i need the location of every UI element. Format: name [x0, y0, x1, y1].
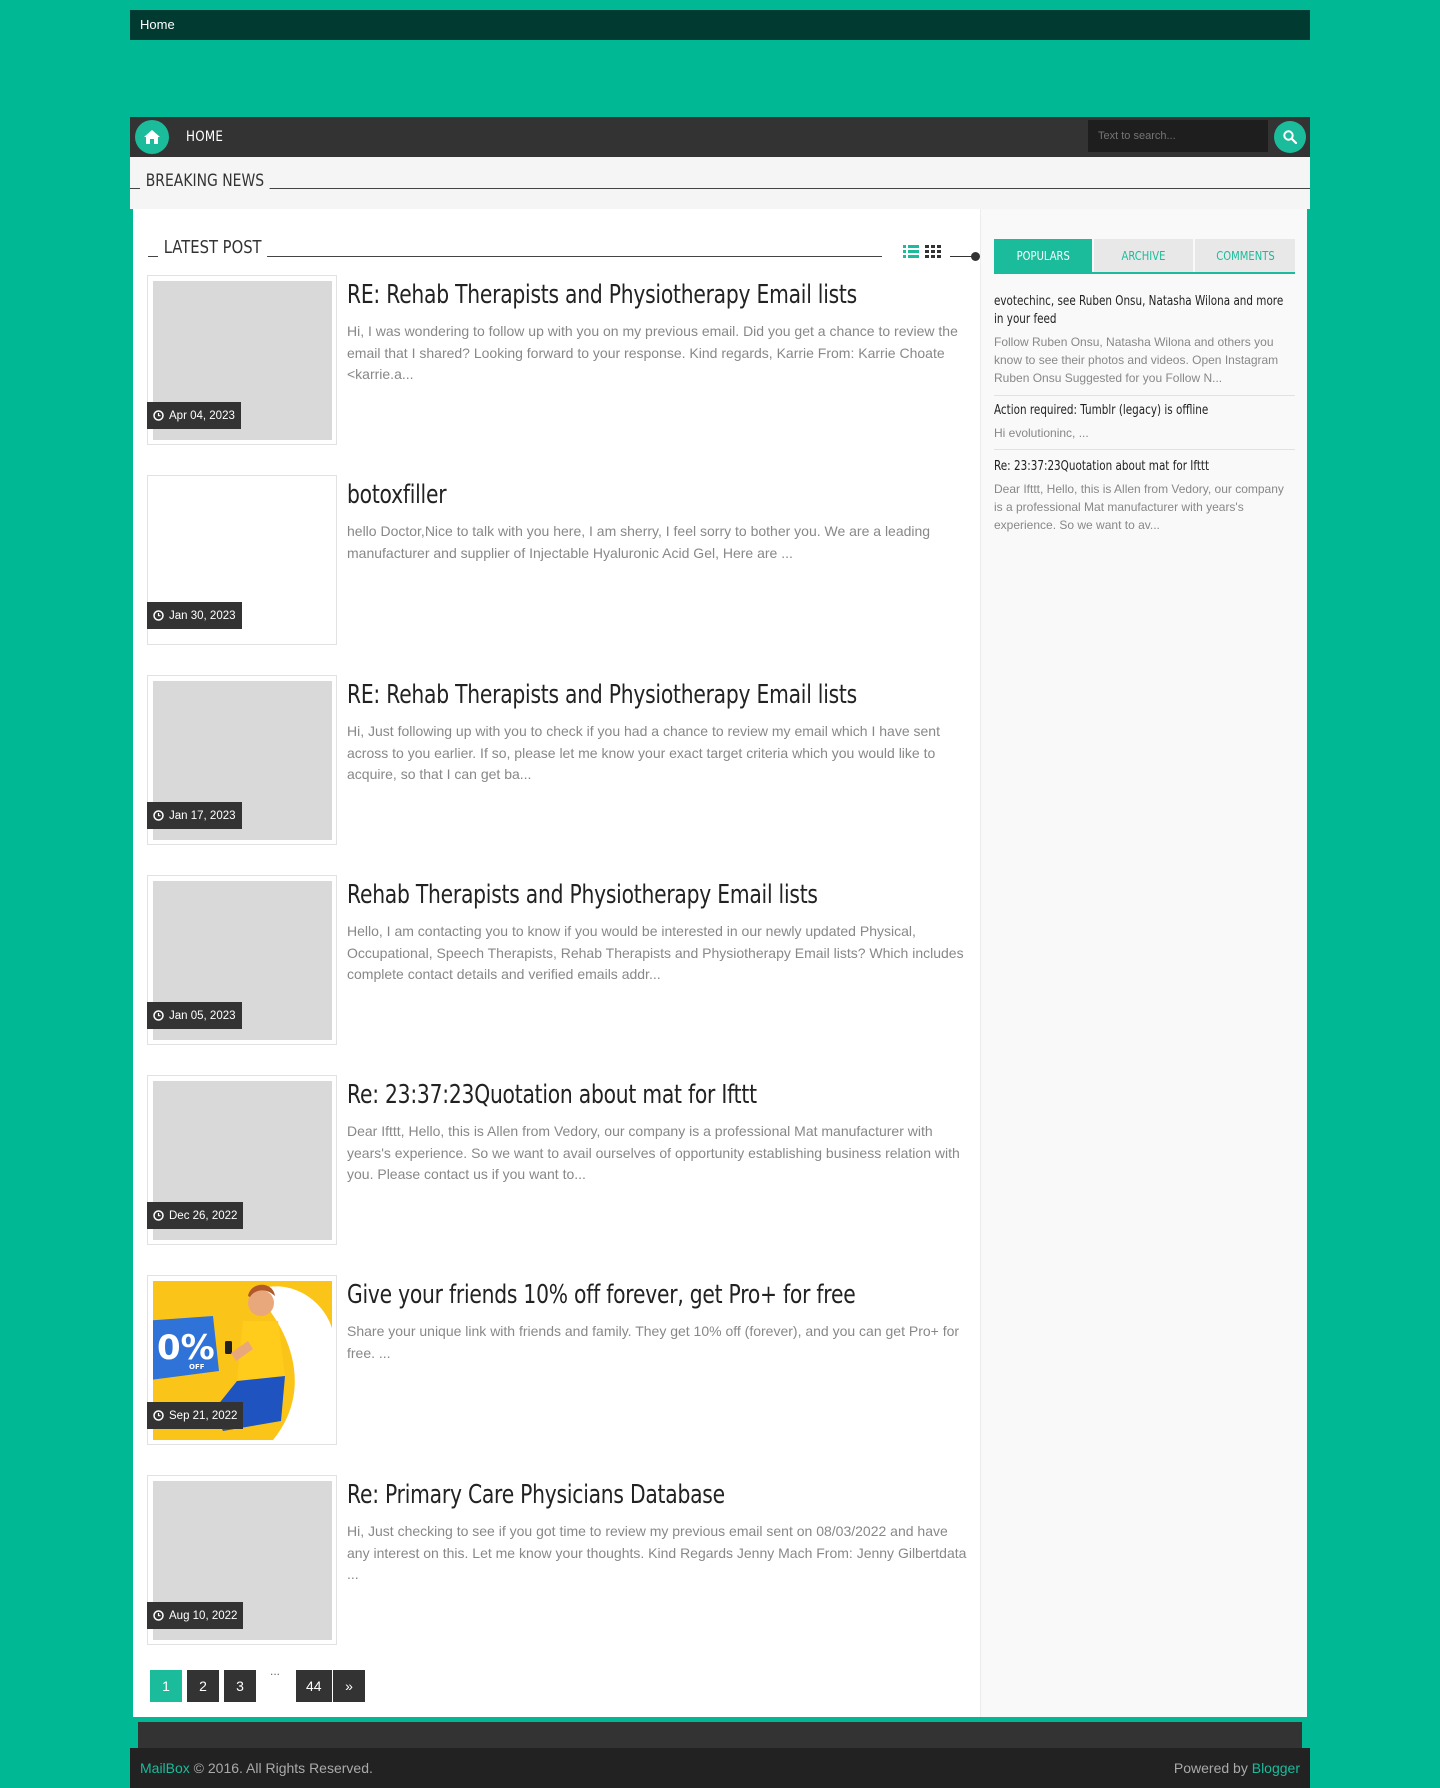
post-item: Jan 17, 2023 RE: Rehab Therapists and Ph…: [147, 675, 967, 845]
sidebar: POPULARS ARCHIVE COMMENTS evotechinc, se…: [980, 209, 1307, 1717]
footer-powered-text: Powered by: [1173, 1760, 1252, 1776]
clock-icon: [153, 1010, 164, 1021]
post-title-link[interactable]: Re: Primary Care Physicians Database: [347, 1480, 831, 1510]
page-1-button[interactable]: 1: [150, 1670, 182, 1702]
post-excerpt: Dear Ifttt, Hello, this is Allen from Ve…: [347, 1123, 960, 1182]
home-icon: [144, 130, 160, 144]
grid-view-icon[interactable]: [925, 245, 941, 258]
clock-icon: [153, 1410, 164, 1421]
search-button[interactable]: [1274, 121, 1306, 153]
footer-copyright-text: © 2016. All Rights Reserved.: [189, 1760, 373, 1776]
list-view-icon[interactable]: [903, 245, 919, 258]
top-home-link[interactable]: Home: [140, 17, 175, 32]
post-date-badge: Jan 05, 2023: [147, 1002, 242, 1029]
post-date-badge: Sep 21, 2022: [147, 1402, 244, 1429]
footer-widget-area: [138, 1722, 1302, 1748]
footer-blogger-link[interactable]: Blogger: [1252, 1760, 1300, 1776]
post-date: Jan 05, 2023: [169, 1009, 236, 1022]
popular-post: evotechinc, see Ruben Onsu, Natasha Wilo…: [994, 293, 1295, 387]
clock-icon: [153, 410, 164, 421]
latest-post-header: LATEST POST: [148, 237, 980, 261]
page-2-button[interactable]: 2: [187, 1670, 219, 1702]
top-bar: Home: [130, 10, 1310, 40]
footer: MailBox © 2016. All Rights Reserved. Pow…: [130, 1748, 1310, 1788]
post-title-link[interactable]: Re: 23:37:23Quotation about mat for Iftt…: [347, 1080, 831, 1110]
promo-badge-subtext: OFF: [189, 1363, 205, 1371]
tab-populars[interactable]: POPULARS: [994, 239, 1092, 272]
nav-home-link[interactable]: HOME: [186, 129, 223, 145]
tab-comments[interactable]: COMMENTS: [1195, 239, 1295, 272]
footer-powered-by: Powered by Blogger: [1174, 1760, 1300, 1776]
popular-post: Re: 23:37:23Quotation about mat for Iftt…: [994, 458, 1295, 534]
popular-post-title[interactable]: Action required: Tumblr (legacy) is offl…: [994, 402, 1295, 420]
post-item: Jan 30, 2023 botoxfiller hello Doctor,Ni…: [147, 475, 967, 645]
next-page-button[interactable]: »: [333, 1670, 365, 1702]
post-date: Apr 04, 2023: [169, 409, 235, 422]
post-date-badge: Aug 10, 2022: [147, 1602, 244, 1629]
post-date: Sep 21, 2022: [169, 1409, 238, 1422]
sidebar-tabs: POPULARS ARCHIVE COMMENTS: [994, 239, 1295, 274]
header-banner: [130, 40, 1310, 117]
post-date: Dec 26, 2022: [169, 1209, 238, 1222]
post-title-link[interactable]: RE: Rehab Therapists and Physiotherapy E…: [347, 680, 857, 710]
post-date-badge: Apr 04, 2023: [147, 402, 241, 429]
post-date-badge: Jan 17, 2023: [147, 802, 242, 829]
post-date: Jan 30, 2023: [169, 609, 236, 622]
post-excerpt: Hi, Just following up with you to check …: [347, 723, 940, 782]
post-item: 0% OFF Sep 21, 2022 Give your friends 10…: [147, 1275, 967, 1445]
post-item: Apr 04, 2023 RE: Rehab Therapists and Ph…: [147, 275, 967, 445]
popular-post-title[interactable]: Re: 23:37:23Quotation about mat for Iftt…: [994, 458, 1295, 476]
post-date-badge: Jan 30, 2023: [147, 602, 242, 629]
popular-post-snippet: Hi evolutioninc, ...: [994, 426, 1089, 440]
promo-badge-text: 0%: [157, 1328, 215, 1368]
footer-copyright: MailBox © 2016. All Rights Reserved.: [140, 1760, 373, 1776]
breaking-news-divider: [130, 188, 1310, 189]
popular-divider: [994, 449, 1295, 450]
main-nav: HOME: [130, 117, 1310, 157]
post-title-link[interactable]: Give your friends 10% off forever, get P…: [347, 1280, 856, 1310]
popular-post-snippet: Follow Ruben Onsu, Natasha Wilona and ot…: [994, 335, 1279, 385]
tab-archive[interactable]: ARCHIVE: [1094, 239, 1193, 272]
post-excerpt: hello Doctor,Nice to talk with you here,…: [347, 523, 931, 561]
latest-posts-panel: LATEST POST Apr 04, 2023 RE: Rehab Thera…: [133, 209, 980, 1717]
post-excerpt: Share your unique link with friends and …: [347, 1323, 960, 1361]
post-excerpt: Hi, Just checking to see if you got time…: [347, 1523, 967, 1582]
post-title-link[interactable]: RE: Rehab Therapists and Physiotherapy E…: [347, 280, 857, 310]
post-date-badge: Dec 26, 2022: [147, 1202, 244, 1229]
slider-handle[interactable]: [971, 252, 980, 261]
post-item: Jan 05, 2023 Rehab Therapists and Physio…: [147, 875, 967, 1045]
clock-icon: [153, 810, 164, 821]
page-44-button[interactable]: 44: [296, 1670, 332, 1702]
breaking-news-label: BREAKING NEWS: [140, 171, 270, 191]
popular-post: Action required: Tumblr (legacy) is offl…: [994, 402, 1295, 442]
search-input[interactable]: [1088, 120, 1268, 152]
tabs-underline: [994, 272, 1295, 274]
post-title-link[interactable]: Rehab Therapists and Physiotherapy Email…: [347, 880, 831, 910]
popular-post-snippet: Dear Ifttt, Hello, this is Allen from Ve…: [994, 482, 1284, 532]
clock-icon: [153, 1210, 164, 1221]
breaking-news-bar: BREAKING NEWS: [130, 157, 1310, 209]
popular-post-title[interactable]: evotechinc, see Ruben Onsu, Natasha Wilo…: [994, 293, 1295, 329]
search-icon: [1283, 130, 1297, 144]
page-3-button[interactable]: 3: [224, 1670, 256, 1702]
post-excerpt: Hello, I am contacting you to know if yo…: [347, 923, 964, 982]
post-item: Aug 10, 2022 Re: Primary Care Physicians…: [147, 1475, 967, 1645]
home-icon-button[interactable]: [135, 120, 169, 154]
popular-divider: [994, 395, 1295, 396]
post-title-link[interactable]: botoxfiller: [347, 480, 831, 510]
post-excerpt: Hi, I was wondering to follow up with yo…: [347, 323, 958, 382]
post-item: Dec 26, 2022 Re: 23:37:23Quotation about…: [147, 1075, 967, 1245]
post-date: Aug 10, 2022: [169, 1609, 238, 1622]
pagination-ellipsis: ...: [270, 1664, 281, 1678]
clock-icon: [153, 1610, 164, 1621]
footer-brand-link[interactable]: MailBox: [140, 1760, 190, 1776]
clock-icon: [153, 610, 164, 621]
post-date: Jan 17, 2023: [169, 809, 236, 822]
latest-post-title: LATEST POST: [158, 237, 268, 258]
